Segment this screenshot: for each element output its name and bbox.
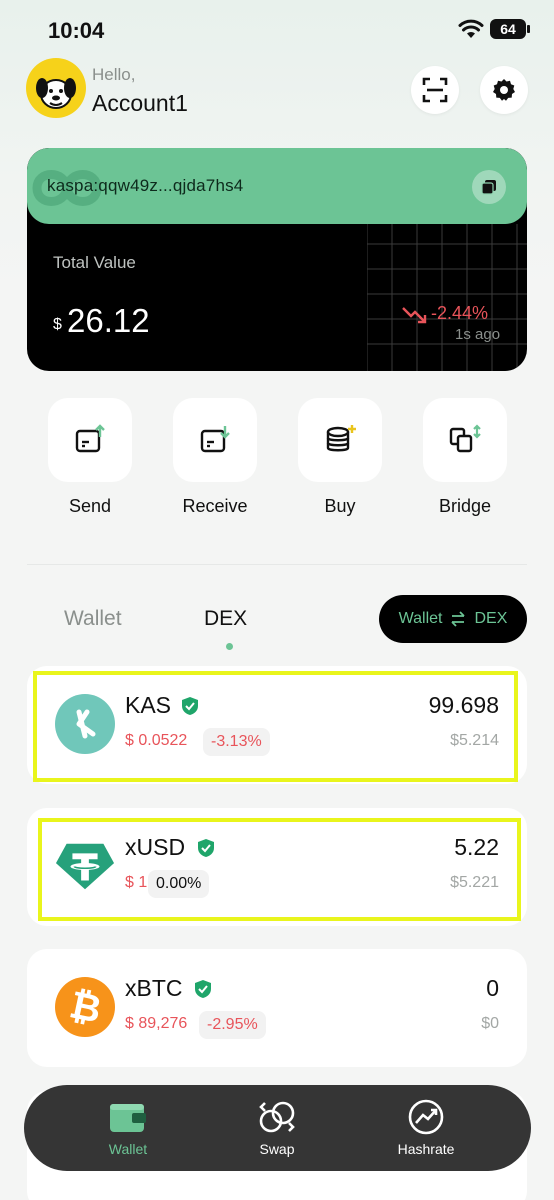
send-tile[interactable] (48, 398, 132, 482)
account-name[interactable]: Account1 (92, 90, 188, 117)
nav-hashrate[interactable]: Hashrate (381, 1095, 471, 1157)
verified-shield-icon (198, 839, 214, 857)
nav-swap[interactable]: Swap (232, 1095, 322, 1157)
token-price: $ 0.0522 (125, 732, 188, 749)
bottom-navigation: Wallet Swap Hashrate (24, 1085, 531, 1171)
tether-logo-icon (55, 836, 115, 896)
token-amount: 99.698 (428, 692, 499, 718)
token-price: $ 1 (125, 874, 148, 891)
total-value: 26.12 (67, 302, 150, 339)
buy-label: Buy (324, 496, 356, 516)
bridge-action[interactable]: Bridge (423, 398, 507, 517)
wallet-address: kaspa:qqw49z...qjda7hs4 (47, 176, 244, 195)
copy-icon (481, 180, 496, 195)
settings-button[interactable] (480, 66, 528, 114)
dog-avatar-icon (36, 78, 76, 109)
switch-right-label: DEX (474, 610, 508, 627)
battery-icon: 64 (490, 19, 530, 39)
buy-icon (326, 425, 356, 452)
kas-logo-icon (55, 694, 115, 754)
token-usd-value: $5.214 (450, 732, 499, 749)
change-percent: -2.44% (431, 303, 489, 323)
grid-decoration (367, 224, 527, 371)
nav-hashrate-label: Hashrate (397, 1141, 455, 1157)
scan-button[interactable] (411, 66, 459, 114)
wifi-icon (458, 19, 484, 38)
buy-tile[interactable] (298, 398, 382, 482)
battery-level: 64 (500, 21, 516, 37)
status-time: 10:04 (48, 18, 105, 43)
wallet-icon (106, 1095, 150, 1139)
tab-wallet[interactable]: Wallet (64, 607, 122, 631)
scan-icon (422, 77, 448, 103)
receive-tile[interactable] (173, 398, 257, 482)
token-name: KAS (125, 692, 172, 718)
status-bar: 10:04 64 (0, 0, 554, 60)
nav-swap-label: Swap (259, 1141, 295, 1157)
balance-card: kaspa:qqw49z...qjda7hs4 Total Value $ 26… (27, 148, 527, 371)
trend-down-icon (402, 307, 427, 324)
switch-left-label: Wallet (398, 610, 443, 627)
send-action[interactable]: Send (48, 398, 132, 517)
receive-action[interactable]: Receive (173, 398, 257, 517)
token-row-xusd[interactable]: xUSD $ 1 0.00% 5.22 $5.221 (27, 808, 527, 926)
active-tab-indicator (226, 643, 233, 650)
verified-shield-icon (195, 980, 211, 998)
section-divider (27, 564, 527, 565)
bridge-tile[interactable] (423, 398, 507, 482)
receive-icon (200, 426, 230, 453)
tab-dex[interactable]: DEX (204, 607, 247, 631)
bridge-label: Bridge (438, 496, 492, 516)
send-label: Send (68, 496, 112, 516)
greeting-text: Hello, (92, 65, 136, 84)
verified-shield-icon (182, 697, 198, 715)
bitcoin-logo-icon: ₿ (55, 977, 115, 1037)
copy-address-button[interactable] (472, 170, 506, 204)
token-usd-value: $5.221 (450, 874, 499, 891)
gear-icon (493, 79, 515, 101)
send-icon (75, 424, 105, 453)
token-name: xUSD (125, 834, 186, 860)
token-usd-value: $0 (481, 1015, 499, 1032)
receive-label: Receive (182, 496, 248, 516)
currency-symbol: $ (53, 316, 62, 333)
wallet-dex-switch-button[interactable]: Wallet DEX (379, 595, 527, 643)
token-name: xBTC (125, 975, 183, 1001)
address-bar[interactable]: kaspa:qqw49z...qjda7hs4 (27, 148, 527, 224)
nav-wallet-label: Wallet (108, 1141, 148, 1157)
updated-time: 1s ago (455, 326, 501, 343)
swap-arrows-icon (451, 611, 466, 627)
token-change-badge: -3.13% (203, 728, 270, 756)
token-price: $ 89,276 (125, 1015, 188, 1032)
total-value-label: Total Value (53, 253, 136, 272)
token-row-kas[interactable]: KAS $ 0.0522 -3.13% 99.698 $5.214 (27, 666, 527, 784)
swap-icon (255, 1095, 299, 1139)
avatar[interactable] (26, 58, 86, 118)
nav-wallet[interactable]: Wallet (83, 1095, 173, 1157)
hashrate-icon (404, 1095, 448, 1139)
bridge-icon (449, 424, 481, 453)
buy-action[interactable]: Buy (298, 398, 382, 517)
token-change-badge: 0.00% (148, 870, 210, 898)
token-row-xbtc[interactable]: ₿ xBTC $ 89,276 -2.95% 0 $0 (27, 949, 527, 1067)
token-change-badge: -2.95% (199, 1011, 266, 1039)
token-amount: 5.22 (454, 834, 499, 860)
token-amount: 0 (486, 975, 499, 1001)
